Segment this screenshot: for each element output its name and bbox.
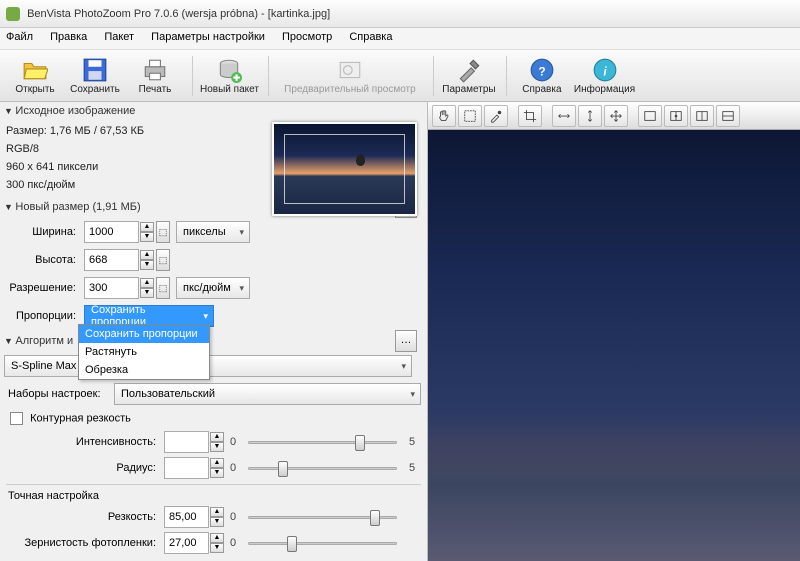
menu-help[interactable]: Справка [349, 31, 392, 43]
link-width-button[interactable]: ⬚ [156, 221, 170, 243]
menu-batch[interactable]: Пакет [104, 31, 134, 43]
fit-height-button[interactable] [578, 105, 602, 127]
sharpness-input[interactable] [164, 506, 209, 528]
dropdown-option-stretch[interactable]: Растянуть [79, 343, 209, 361]
resolution-input[interactable] [84, 277, 139, 299]
app-icon [6, 7, 20, 21]
layout-split-center-button[interactable] [664, 105, 688, 127]
help-button[interactable]: ? Справка [513, 53, 571, 99]
open-button[interactable]: Открыть [6, 53, 64, 99]
left-panel: Исходное изображение Размер: 1,76 МБ / 6… [0, 102, 428, 561]
preview-pane [428, 102, 800, 561]
link-height-button[interactable]: ⬚ [156, 249, 170, 271]
radius-slider[interactable] [248, 458, 397, 478]
resolution-label: Разрешение: [6, 282, 76, 294]
contour-sharpness-label: Контурная резкость [30, 412, 131, 424]
preview-toolbar [428, 102, 800, 130]
layout-split-v-button[interactable] [690, 105, 714, 127]
intensity-input[interactable] [164, 431, 209, 453]
resolution-unit-combo[interactable]: пкс/дюйм [176, 277, 250, 299]
eyedropper-tool-button[interactable] [484, 105, 508, 127]
fit-width-button[interactable] [552, 105, 576, 127]
balloon-graphic [356, 154, 365, 166]
intensity-label: Интенсивность: [6, 436, 156, 448]
height-label: Высота: [6, 254, 76, 266]
height-spinner[interactable]: ▲▼ [140, 250, 154, 270]
fine-tuning-label: Точная настройка [0, 488, 427, 504]
marquee-tool-button[interactable] [458, 105, 482, 127]
svg-text:?: ? [538, 64, 545, 78]
menu-settings[interactable]: Параметры настройки [151, 31, 265, 43]
source-thumbnail[interactable] [272, 122, 417, 216]
presets-label: Наборы настроек: [6, 388, 106, 400]
new-batch-button[interactable]: Новый пакет [199, 53, 260, 99]
algorithm-options-button[interactable]: … [395, 330, 417, 352]
grain-input[interactable] [164, 532, 209, 554]
sharpness-spinner[interactable]: ▲▼ [210, 507, 224, 527]
layout-single-button[interactable] [638, 105, 662, 127]
menu-view[interactable]: Просмотр [282, 31, 332, 43]
tools-icon [456, 57, 482, 83]
batch-icon [216, 57, 242, 83]
contour-sharpness-checkbox[interactable] [10, 412, 23, 425]
proportions-dropdown: Сохранить пропорции Растянуть Обрезка [78, 324, 210, 380]
crop-tool-button[interactable] [518, 105, 542, 127]
printer-icon [142, 57, 168, 83]
dropdown-option-keep[interactable]: Сохранить пропорции [79, 325, 209, 343]
window-titlebar: BenVista PhotoZoom Pro 7.0.6 (wersja pró… [0, 0, 800, 28]
source-image-header[interactable]: Исходное изображение [0, 102, 427, 120]
preview-icon [337, 57, 363, 83]
link-resolution-button[interactable]: ⬚ [156, 277, 170, 299]
save-button[interactable]: Сохранить [66, 53, 124, 99]
folder-open-icon [22, 57, 48, 83]
proportions-label: Пропорции: [6, 310, 76, 322]
radius-input[interactable] [164, 457, 209, 479]
width-unit-combo[interactable]: пикселы [176, 221, 250, 243]
sharpness-slider[interactable] [248, 507, 397, 527]
print-button[interactable]: Печать [126, 53, 184, 99]
floppy-icon [82, 57, 108, 83]
main-toolbar: Открыть Сохранить Печать Новый пакет Пре… [0, 50, 800, 102]
height-input[interactable] [84, 249, 139, 271]
layout-split-h-button[interactable] [716, 105, 740, 127]
algorithm-header[interactable]: Алгоритм и [0, 332, 78, 350]
sharpness-label: Резкость: [6, 511, 156, 523]
resolution-spinner[interactable]: ▲▼ [140, 278, 154, 298]
width-spinner[interactable]: ▲▼ [140, 222, 154, 242]
hand-tool-button[interactable] [432, 105, 456, 127]
width-label: Ширина: [6, 226, 76, 238]
preview-button[interactable]: Предварительный просмотр [275, 53, 425, 99]
grain-label: Зернистость фотопленки: [6, 537, 156, 549]
grain-slider[interactable] [248, 533, 397, 553]
dropdown-option-crop[interactable]: Обрезка [79, 361, 209, 379]
image-preview[interactable] [428, 130, 800, 561]
menu-file[interactable]: Файл [6, 31, 33, 43]
intensity-slider[interactable] [248, 432, 397, 452]
radius-spinner[interactable]: ▲▼ [210, 458, 224, 478]
help-icon: ? [529, 57, 555, 83]
info-icon: i [592, 57, 618, 83]
info-button[interactable]: i Информация [573, 53, 636, 99]
grain-spinner[interactable]: ▲▼ [210, 533, 224, 553]
intensity-spinner[interactable]: ▲▼ [210, 432, 224, 452]
presets-combo[interactable]: Пользовательский [114, 383, 421, 405]
window-title: BenVista PhotoZoom Pro 7.0.6 (wersja pró… [27, 8, 330, 20]
fit-all-button[interactable] [604, 105, 628, 127]
parameters-button[interactable]: Параметры [440, 53, 498, 99]
radius-label: Радиус: [6, 462, 156, 474]
menubar: Файл Правка Пакет Параметры настройки Пр… [0, 28, 800, 50]
menu-edit[interactable]: Правка [50, 31, 87, 43]
width-input[interactable] [84, 221, 139, 243]
